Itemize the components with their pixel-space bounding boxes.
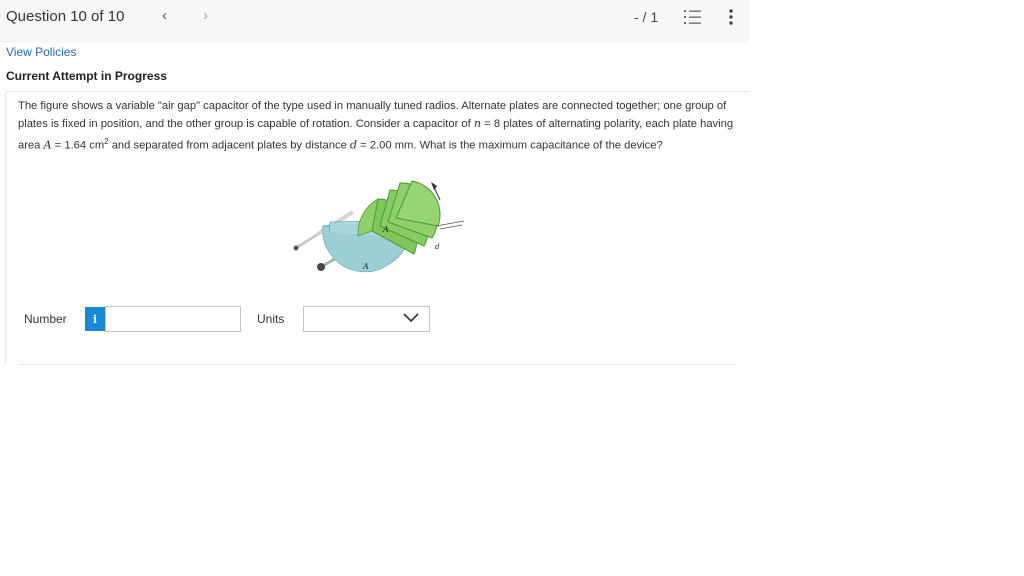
info-icon[interactable]: i [85, 307, 105, 331]
figure-label-A: A [362, 262, 369, 271]
figure-label-d: d [435, 243, 440, 251]
divider [20, 364, 736, 365]
score-display: - / 1 [634, 9, 659, 25]
number-label: Number [24, 312, 67, 326]
divider [5, 92, 6, 364]
chevron-down-icon [403, 313, 419, 323]
chevron-right-icon[interactable]: › [203, 7, 208, 24]
chevron-left-icon[interactable]: ‹ [162, 7, 167, 24]
figure-label-A: A [382, 225, 389, 234]
units-label: Units [257, 312, 285, 326]
question-header: Question 10 of 10 ‹ › - / 1 [0, 0, 750, 43]
more-vertical-icon[interactable] [724, 8, 738, 26]
attempt-status: Current Attempt in Progress [6, 69, 167, 83]
view-policies-link[interactable]: View Policies [6, 45, 76, 59]
question-text: The figure shows a variable "air gap" ca… [18, 100, 734, 152]
number-input[interactable] [105, 306, 241, 332]
capacitor-figure: A A d [288, 176, 470, 291]
divider [6, 91, 750, 92]
question-counter: Question 10 of 10 [6, 8, 125, 25]
units-select[interactable] [303, 306, 430, 332]
numbered-list-icon[interactable] [684, 9, 702, 25]
